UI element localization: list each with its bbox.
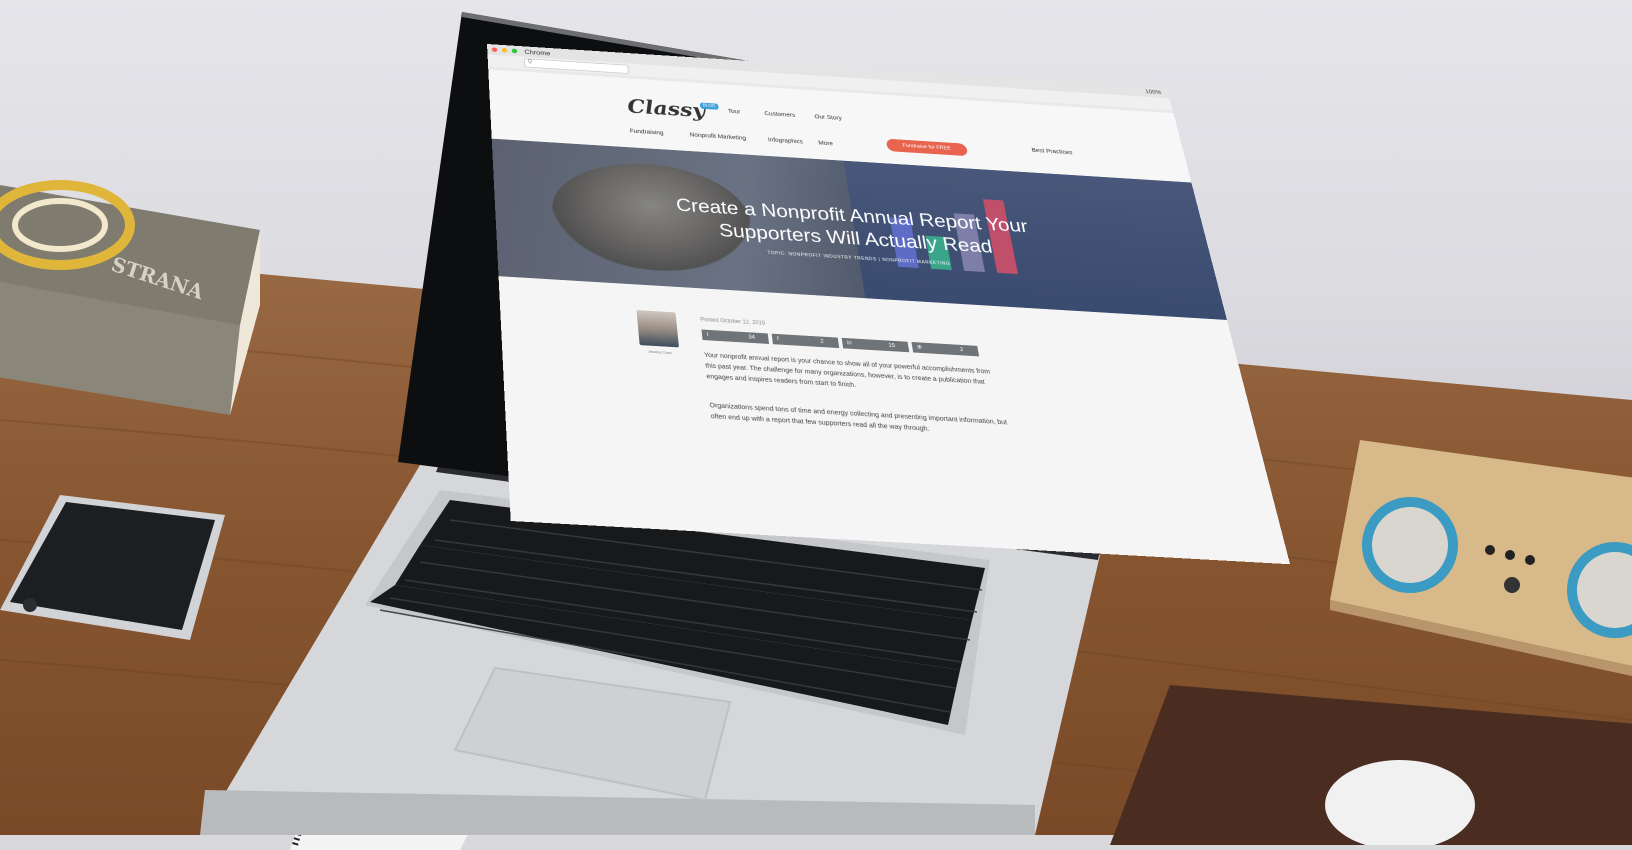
linkedin-icon: in	[846, 338, 852, 349]
share-count: 34	[735, 331, 769, 343]
share-count: 15	[875, 340, 910, 352]
nav-nonprofit-marketing[interactable]: Nonprofit Marketing	[689, 132, 746, 141]
maximize-dot-icon[interactable]	[512, 49, 518, 54]
nav-customers[interactable]: Customers	[764, 111, 796, 118]
nav-our-story[interactable]: Our Story	[814, 114, 842, 121]
nav-more[interactable]: More	[818, 141, 833, 147]
share-linkedin-button[interactable]: in 15	[842, 338, 910, 352]
pinterest-icon: ⊕	[916, 342, 923, 353]
article-paragraph: Organizations spend tons of time and ene…	[709, 401, 1010, 440]
posted-date: Posted October 12, 2015	[700, 317, 765, 326]
close-dot-icon[interactable]	[492, 47, 498, 52]
article-paragraph: Your nonprofit annual report is your cha…	[704, 351, 1003, 400]
site-logo[interactable]: Classy	[626, 95, 706, 122]
laptop-screen: Chrome 100% Q Classy BLOG Tour Customers…	[487, 44, 1290, 564]
twitter-icon: t	[706, 330, 709, 341]
minimize-dot-icon[interactable]	[502, 48, 508, 53]
logo-badge: BLOG	[700, 103, 719, 110]
nav-infographics[interactable]: Infographics	[768, 137, 804, 145]
share-twitter-button[interactable]: t 34	[701, 330, 769, 344]
author-name: Jessica Chan	[640, 349, 680, 356]
fundraise-free-button[interactable]: Fundraise for FREE	[886, 139, 969, 156]
share-pinterest-button[interactable]: ⊕ 2	[911, 342, 979, 356]
article-body: Jessica Chan Posted October 12, 2015 t 3…	[499, 276, 1290, 564]
browser-app-name: Chrome	[524, 48, 550, 56]
status-bar-text: 100%	[1145, 89, 1162, 95]
share-count: 2	[805, 336, 840, 348]
author-avatar	[637, 310, 679, 347]
share-facebook-button[interactable]: f 2	[772, 334, 840, 348]
nav-tour[interactable]: Tour	[728, 109, 741, 115]
share-count: 2	[944, 344, 979, 356]
facebook-icon: f	[776, 334, 779, 345]
nav-fundraising[interactable]: Fundraising	[630, 129, 664, 137]
